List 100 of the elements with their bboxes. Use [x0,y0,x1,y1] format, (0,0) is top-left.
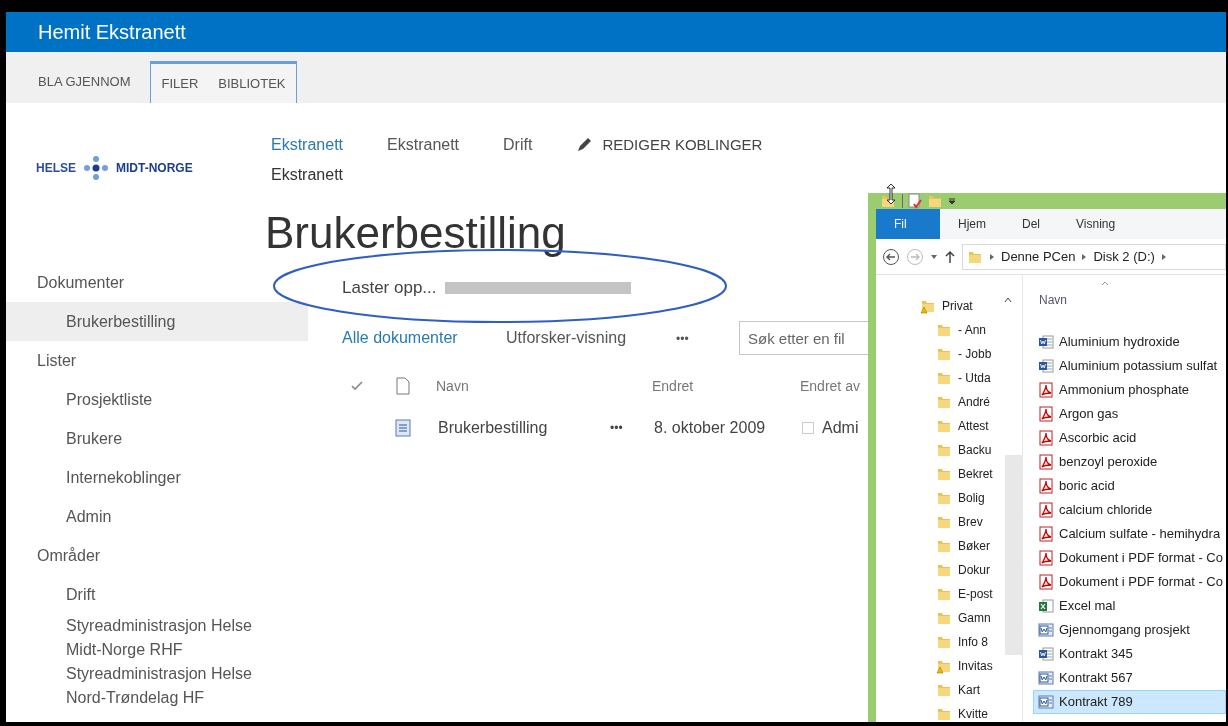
view-link[interactable]: Alle dokumenter [342,329,458,346]
document-icon [1038,622,1054,638]
folder-icon [936,418,952,434]
scroll-up-icon[interactable] [1004,297,1012,303]
folder-name[interactable]: Attest [958,417,989,435]
logo[interactable]: HELSE MIDT-NORGE [36,153,193,183]
file-name: Kontrakt 789 [1059,693,1133,712]
folder-name[interactable]: Dokur [958,561,990,579]
top-nav-link[interactable]: Ekstranett [387,133,460,157]
scrollbar-thumb[interactable] [1005,455,1022,655]
file-row[interactable]: Kontrakt 567 [1033,666,1226,690]
column-header[interactable]: Endret av [800,375,860,397]
folder-name[interactable]: Brev [958,513,983,531]
breadcrumb[interactable]: Disk 2 (D:) [1093,246,1155,267]
address-bar[interactable]: Denne PCen Disk 2 (D:) [962,243,1226,270]
ribbon-tab[interactable]: BLA GJENNOM [26,61,143,103]
ribbon-tab[interactable]: Hjem [940,209,1004,239]
folder-name[interactable]: Info 8 [958,633,989,651]
file-row[interactable]: Kontrakt 789 [1033,690,1226,714]
folder-name[interactable]: Bolig [958,489,985,507]
folder-name[interactable]: Gamn [958,609,991,627]
file-row[interactable]: Kontrakt 345 [1033,642,1226,666]
ribbon-tab[interactable]: Visning [1058,209,1134,239]
top-nav-link[interactable]: Drift [503,133,533,157]
nav-item[interactable]: Drift [6,575,308,614]
ribbon-tab[interactable]: FILER [161,73,199,94]
file-row[interactable]: Gjennomgang prosjekt [1033,618,1226,642]
more-button[interactable]: ••• [610,419,654,437]
column-header[interactable]: Navn [436,375,652,397]
edit-links-button[interactable]: REDIGER KOBLINGER [576,133,763,157]
file-row[interactable]: Argon gas [1033,402,1226,426]
check-icon[interactable] [350,379,364,393]
caret-icon[interactable] [930,252,938,261]
folder-name[interactable]: E-post [958,585,993,603]
folder-icon [936,586,952,602]
checkbox[interactable] [802,422,814,434]
ribbon-tab[interactable]: Fil [876,209,940,239]
table-cell-text: 8. oktober 2009 [654,418,767,438]
file-row[interactable]: Excel mal [1033,594,1226,618]
document-icon [1038,646,1054,662]
file-row[interactable]: Dokument i PDF format - Co [1033,570,1226,594]
folder-name[interactable]: Bekret [958,465,993,483]
column-header[interactable]: Navn [1039,291,1067,309]
folder-name[interactable]: Bøker [958,537,990,555]
file-row[interactable]: Ascorbic acid [1033,426,1226,450]
view-link[interactable]: Utforsker-visning [506,329,627,346]
folder-name[interactable]: Privat [942,297,973,315]
pdf-icon [1038,454,1054,470]
nav-item[interactable]: Styreadministrasjon Helse Nord-Trøndelag HF [6,662,308,710]
dots-logo-icon [81,153,111,183]
dropdown-icon[interactable] [947,196,957,206]
file-name-link[interactable]: Brukerbestilling [438,416,610,440]
file-row[interactable]: Aluminium potassium sulfat [1033,354,1226,378]
back-icon[interactable] [882,247,900,266]
pdf-icon [1038,574,1054,590]
file-row[interactable]: Calcium sulfate - hemihydra [1033,522,1226,546]
folder-name[interactable]: Kart [958,681,980,699]
file-row[interactable]: benzoyl peroxide [1033,450,1226,474]
file-name: Dokument i PDF format - Co [1059,573,1223,592]
page-title: Brukerbestilling [265,211,566,255]
file-row[interactable]: boric acid [1033,474,1226,498]
folder-icon [936,706,952,722]
folder-name[interactable]: - Ann [958,321,987,339]
top-nav-link[interactable]: Ekstranett [271,133,344,157]
nav-heading[interactable]: Dokumenter [6,263,308,302]
folder-name[interactable]: Kvitte [958,705,988,722]
nav-heading[interactable]: Lister [6,341,308,380]
nav-item[interactable]: Brukere [6,419,308,458]
column-header[interactable]: Endret [652,375,800,397]
nav-item[interactable]: Admin [6,497,308,536]
up-arrow-icon[interactable] [944,249,956,264]
pdf-icon [1038,526,1054,542]
folder-name[interactable]: - Jobb [958,345,992,363]
file-row[interactable]: Dokument i PDF format - Co [1033,546,1226,570]
pdf-icon [1038,406,1054,422]
nav-item[interactable]: Internekoblinger [6,458,308,497]
nav-item[interactable]: Prosjektliste [6,380,308,419]
folder-name[interactable]: - Utda [958,369,991,387]
file-row[interactable]: Aluminium hydroxide [1033,330,1226,354]
nav-heading[interactable]: Områder [6,536,308,575]
properties-icon [907,193,923,209]
ribbon-tab[interactable]: BIBLIOTEK [218,73,286,94]
folder-icon [936,562,952,578]
document-icon [396,377,410,395]
folder-name[interactable]: André [958,393,991,411]
ribbon-tab[interactable]: Del [1004,209,1059,239]
file-name: Ascorbic acid [1059,429,1137,448]
nav-item[interactable]: Brukerbestilling [6,302,308,341]
site-title[interactable]: Hemit Ekstranett [38,17,186,47]
more-button[interactable]: ••• [676,330,689,348]
nav-item[interactable]: Styreadministrasjon Helse Midt-Norge RHF [6,614,308,662]
folder-icon [936,634,952,650]
top-nav-link[interactable]: Ekstranett [271,163,344,187]
folder-name[interactable]: Invitas [958,657,993,675]
folder-name[interactable]: Backu [958,441,992,459]
breadcrumb[interactable]: Denne PCen [1001,246,1076,267]
file-row[interactable]: calcium chloride [1033,498,1226,522]
folder-icon [936,538,952,554]
file-row[interactable]: Ammonium phosphate [1033,378,1226,402]
chevron-icon [1160,252,1167,261]
